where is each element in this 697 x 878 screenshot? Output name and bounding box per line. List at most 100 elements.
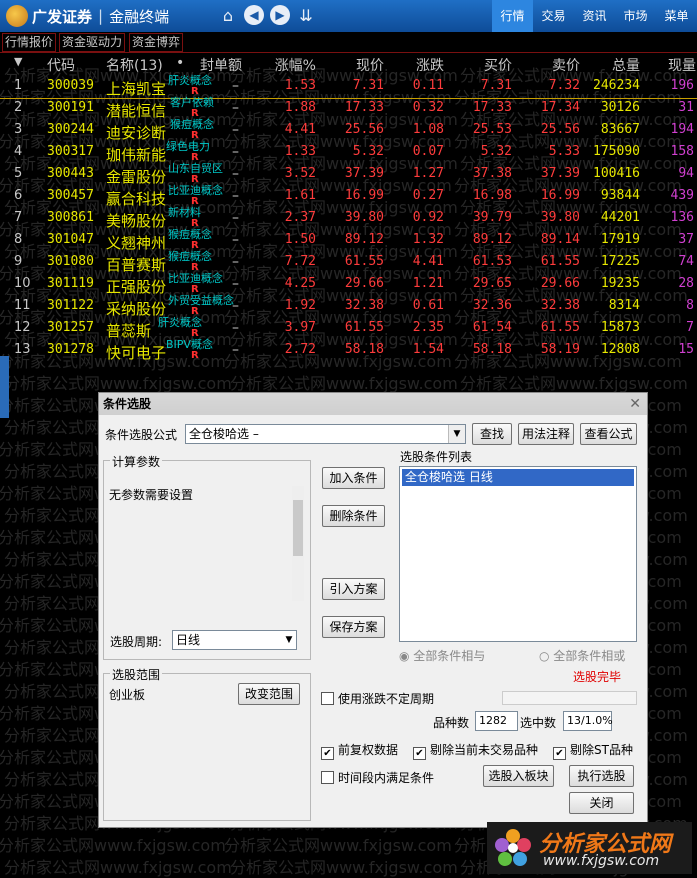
- table-row[interactable]: 10 301119 正强股份 – 4.25 29.66 1.21 29.65 29.66 1923…: [0, 272, 697, 296]
- table-row[interactable]: 1 300039 上海凯宝 – 1.53 7.31 0.11 7.31 7.32 246234 19…: [0, 74, 697, 99]
- radio-and[interactable]: ◉ 全部条件相与: [399, 647, 485, 664]
- sell-price: 5.33: [548, 144, 580, 159]
- table-row[interactable]: 9 301080 百普赛斯 – 7.72 61.55 4.41 61.53 61.55 17225…: [0, 250, 697, 274]
- import-plan-button[interactable]: 引入方案: [322, 578, 385, 600]
- table-row[interactable]: 2 300191 潜能恒信 – 1.88 17.33 0.32 17.33 17.34 30126…: [0, 96, 697, 120]
- close-button[interactable]: 关闭: [569, 792, 634, 814]
- find-button[interactable]: 查找: [472, 423, 512, 445]
- tab-menu[interactable]: 菜单: [656, 0, 697, 32]
- current-volume: 439: [670, 188, 694, 203]
- time-range-label: 时间段内满足条件: [338, 771, 435, 785]
- total-volume: 12808: [600, 342, 640, 357]
- price-diff: 0.11: [412, 78, 444, 93]
- stock-code: 301080: [47, 254, 94, 269]
- buy-price: 37.38: [472, 166, 512, 181]
- subtab-quotes[interactable]: 行情报价: [2, 33, 57, 52]
- table-row[interactable]: 5 300443 金雷股份 – 3.52 37.39 1.27 37.38 37.39 10041…: [0, 162, 697, 186]
- seal-amount: –: [232, 144, 239, 160]
- formula-select[interactable]: 全仓梭哈选 – ▼: [185, 424, 466, 444]
- period-select[interactable]: 日线 ▼: [172, 630, 297, 650]
- header-current[interactable]: 现量: [668, 55, 696, 75]
- change-pct: 4.25: [284, 276, 316, 291]
- dialog-close-icon[interactable]: ✕: [629, 393, 641, 415]
- table-row[interactable]: 7 300861 美畅股份 – 2.37 39.80 0.92 39.79 39.80 44201…: [0, 206, 697, 230]
- table-header: ▼ 代码 名称(13) • 封单额 涨幅% 现价 涨跌 买价 卖价 总量 现量: [0, 55, 697, 75]
- to-sector-button[interactable]: 选股入板块: [483, 765, 554, 787]
- header-dot: •: [176, 55, 185, 71]
- save-plan-button[interactable]: 保存方案: [322, 616, 385, 638]
- view-formula-button[interactable]: 查看公式: [580, 423, 637, 445]
- price-diff: 1.27: [412, 166, 444, 181]
- subtab-fund-drive[interactable]: 资金驱动力: [59, 33, 126, 52]
- header-name[interactable]: 名称(13): [106, 55, 163, 75]
- table-row[interactable]: 6 300457 赢合科技 – 1.61 16.99 0.27 16.98 16.99 93844…: [0, 184, 697, 208]
- price-diff: 0.61: [412, 298, 444, 313]
- current-price: 37.39: [344, 166, 384, 181]
- current-volume: 31: [678, 100, 694, 115]
- current-volume: 15: [678, 342, 694, 357]
- sell-price: 32.38: [540, 298, 580, 313]
- time-range-checkbox[interactable]: 时间段内满足条件: [321, 769, 434, 786]
- sort-arrow-icon[interactable]: ▼: [14, 55, 22, 68]
- condition-list[interactable]: 全仓梭哈选 日线: [399, 466, 637, 642]
- radio-and-label: 全部条件相与: [413, 649, 486, 663]
- side-panel-handle[interactable]: [0, 356, 9, 418]
- header-volume[interactable]: 总量: [612, 55, 640, 75]
- row-index: 1: [14, 78, 23, 93]
- change-range-button[interactable]: 改变范围: [238, 683, 300, 705]
- header-chg-pct[interactable]: 涨幅%: [275, 55, 316, 75]
- header-price[interactable]: 现价: [356, 55, 384, 75]
- header-code[interactable]: 代码: [47, 55, 75, 75]
- stock-code: 301047: [47, 232, 94, 247]
- execute-button[interactable]: 执行选股: [569, 765, 634, 787]
- chevron-down-icon[interactable]: ▼: [282, 631, 296, 649]
- table-row[interactable]: 13 301278 快可电子 – 2.72 58.18 1.54 58.18 58.19 1280…: [0, 338, 697, 362]
- exclude-untraded-checkbox[interactable]: ✔ 剔除当前未交易品种: [413, 741, 538, 760]
- header-diff[interactable]: 涨跌: [416, 55, 444, 75]
- condition-list-label: 选股条件列表: [400, 450, 473, 464]
- radio-or[interactable]: ○ 全部条件相或: [539, 647, 625, 664]
- buy-price: 25.53: [472, 122, 512, 137]
- checkmark-icon: ✔: [321, 747, 334, 760]
- table-row[interactable]: 11 301122 采纳股份 –1.92 32.38 0.61 32.36 32.38 8314…: [0, 294, 697, 318]
- exclude-st-checkbox[interactable]: ✔ 剔除ST品种: [553, 741, 633, 760]
- tab-news[interactable]: 资讯: [574, 0, 615, 32]
- header-sell[interactable]: 卖价: [552, 55, 580, 75]
- tab-trade[interactable]: 交易: [533, 0, 574, 32]
- buy-price: 7.31: [480, 78, 512, 93]
- delete-condition-button[interactable]: 删除条件: [322, 505, 385, 527]
- stock-code: 300443: [47, 166, 94, 181]
- header-buy[interactable]: 买价: [484, 55, 512, 75]
- back-icon[interactable]: ◀: [244, 5, 264, 25]
- tab-market[interactable]: 市场: [615, 0, 656, 32]
- current-price: 61.55: [344, 254, 384, 269]
- watermark-text: 分析家公式网www.fxjgsw.com: [460, 374, 688, 393]
- list-item[interactable]: 全仓梭哈选 日线: [402, 469, 634, 486]
- sell-price: 7.32: [548, 78, 580, 93]
- scrollbar-thumb[interactable]: [293, 500, 303, 556]
- chevron-down-icon[interactable]: ▼: [448, 425, 465, 443]
- forward-icon[interactable]: ▶: [270, 5, 290, 25]
- current-price: 16.99: [344, 188, 384, 203]
- table-row[interactable]: 3 300244 迪安诊断 – 4.41 25.56 1.08 25.53 25.56 83667…: [0, 118, 697, 142]
- params-group-label: 计算参数: [110, 453, 163, 470]
- variable-period-checkbox[interactable]: 使用涨跌不定周期: [321, 690, 434, 707]
- subtab-fund-game[interactable]: 资金博弈: [129, 33, 184, 52]
- dialog-title: 条件选股: [103, 397, 152, 411]
- add-condition-button[interactable]: 加入条件: [322, 467, 385, 489]
- change-pct: 1.61: [284, 188, 316, 203]
- pre-adjust-checkbox[interactable]: ✔ 前复权数据: [321, 741, 398, 760]
- table-row[interactable]: 8 301047 义翘神州 – 1.50 89.12 1.32 89.12 89.14 17919…: [0, 228, 697, 252]
- table-row[interactable]: 12 301257 普蕊斯 – 3.97 61.55 2.35 61.54 61.55 15873…: [0, 316, 697, 340]
- stock-name: 赢合科技: [106, 190, 167, 208]
- expand-down-icon[interactable]: ⇊: [296, 5, 316, 25]
- change-pct: 7.72: [284, 254, 316, 269]
- usage-button[interactable]: 用法注释: [518, 423, 574, 445]
- params-scrollbar[interactable]: [292, 486, 304, 601]
- current-volume: 7: [686, 320, 694, 335]
- total-volume: 17225: [600, 254, 640, 269]
- home-icon[interactable]: ⌂: [218, 5, 238, 25]
- table-row[interactable]: 4 300317 珈伟新能 – 1.33 5.32 0.07 5.32 5.33 175090 15…: [0, 140, 697, 164]
- tab-quotes[interactable]: 行情: [492, 0, 533, 32]
- sell-price: 29.66: [540, 276, 580, 291]
